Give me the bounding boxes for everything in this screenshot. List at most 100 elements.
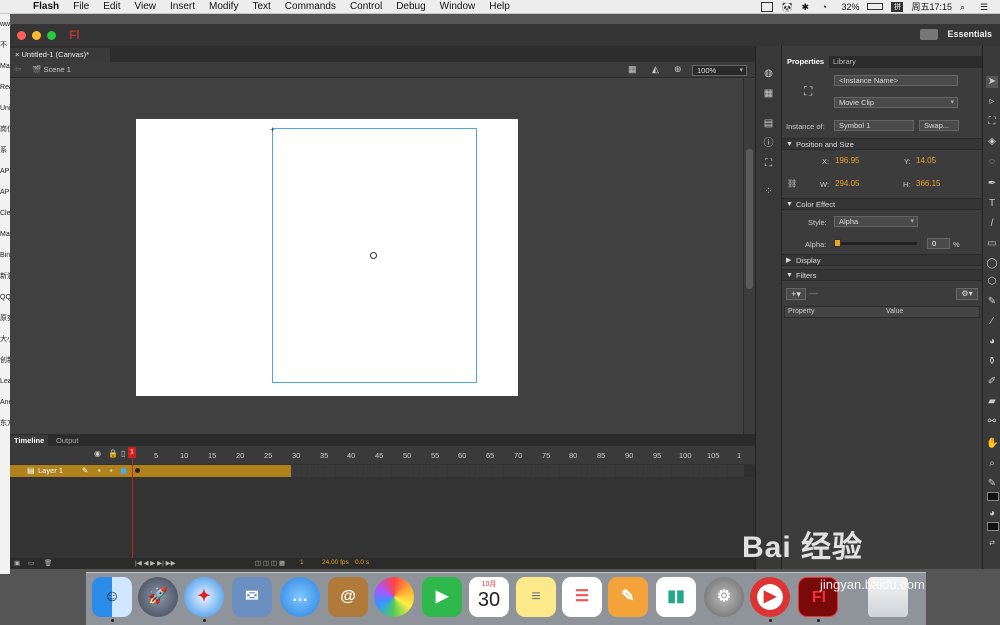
close-tab-icon[interactable]: × [15,50,19,59]
desktop-item[interactable]: Bin [0,245,10,266]
desktop-item[interactable]: 新浪 [0,266,10,287]
zoom-tool-icon[interactable]: ⌕ [986,458,998,470]
desktop-item[interactable]: APP [0,161,10,182]
menu-window[interactable]: Window [433,1,483,12]
menu-help[interactable]: Help [482,1,517,12]
lock-icon[interactable]: 🔒 [108,449,118,458]
remove-filter-button[interactable]: — [809,288,818,298]
desktop-item[interactable]: 东方 [0,413,10,434]
desktop-item[interactable]: Ma [0,56,10,77]
text-tool-icon[interactable]: T [986,198,998,210]
spotlight-icon[interactable]: ⌕ [960,2,972,12]
align-panel-icon[interactable]: ▤ [762,118,775,129]
transform-panel-icon[interactable]: ⛶ [762,158,775,169]
swatches-panel-icon[interactable]: ▦ [762,88,775,99]
onion-skin-icons[interactable]: ◫ ◫ ◫ ▦ [255,559,285,567]
center-stage-icon[interactable]: ⊕ [674,64,682,75]
components-panel-icon[interactable]: ⁘ [762,186,775,197]
slider-knob[interactable] [834,239,841,247]
playhead[interactable] [132,448,133,568]
edit-symbols-icon[interactable]: ◭ [652,64,659,75]
bear-status-icon[interactable]: 🐼 [781,2,793,12]
mail-icon[interactable]: ✉ [232,577,272,617]
info-panel-icon[interactable]: ⓘ [762,138,775,149]
desktop-item[interactable]: Ane [0,392,10,413]
desktop-item[interactable]: Lea [0,371,10,392]
desktop-item[interactable]: Cle [0,203,10,224]
eyedropper-tool-icon[interactable]: ✐ [986,376,998,388]
tab-library[interactable]: Library [828,56,861,68]
frame-ruler[interactable]: 1 5 10 15 20 25 30 35 40 45 50 55 60 65 … [131,451,751,461]
new-layer-icon[interactable]: ▣ [14,559,20,567]
swap-colors-icon[interactable]: ⇄ [986,538,998,550]
new-folder-icon[interactable]: ▭ [28,559,34,567]
ink-bottle-tool-icon[interactable]: ⚱ [986,356,998,368]
3d-rotation-tool-icon[interactable]: ◈ [986,136,998,148]
clock[interactable]: 周五17:15 [911,0,952,13]
pencil-tool-icon[interactable]: ✎ [986,296,998,308]
delete-layer-icon[interactable]: 🗑 [44,559,52,567]
visibility-dot[interactable]: • [98,465,101,477]
playhead-marker[interactable]: 1 [128,447,136,458]
layer-color-swatch[interactable] [121,468,126,474]
bone-tool-icon[interactable]: ⚯ [986,416,998,428]
stroke-color-icon[interactable]: ✎ [986,478,998,490]
input-method-icon[interactable]: 拼 [891,1,904,12]
reminders-icon[interactable]: ☰ [562,577,602,617]
document-tab[interactable]: × Untitled-1 (Canvas)* [10,48,110,62]
instance-name-field[interactable]: <Instance Name> [834,75,958,86]
pen-tool-icon[interactable]: ✒ [986,178,998,190]
y-value[interactable]: 14.05 [916,156,936,165]
eye-icon[interactable]: ◉ [94,449,101,458]
polystar-tool-icon[interactable]: ⬡ [986,276,998,288]
desktop-item[interactable]: Rea [0,77,10,98]
desktop-item[interactable]: 原实 [0,308,10,329]
desktop-item[interactable]: Uni [0,98,10,119]
contacts-icon[interactable]: @ [328,577,368,617]
menu-control[interactable]: Control [343,1,389,12]
desktop-item[interactable]: APP [0,182,10,203]
numbers-icon[interactable]: ▮▮ [656,577,696,617]
vertical-scrollbar[interactable] [743,79,755,444]
section-position-size[interactable]: ▼ Position and Size [782,138,982,150]
stroke-color-swatch[interactable] [987,492,999,501]
menu-modify[interactable]: Modify [202,1,245,12]
height-value[interactable]: 366.15 [916,179,940,188]
facetime-icon[interactable]: ▶ [422,577,462,617]
menu-text[interactable]: Text [245,1,277,12]
color-style-select[interactable]: Alpha [834,216,918,227]
zoom-select[interactable]: 100% [692,65,747,76]
pasteboard[interactable]: + [10,79,743,444]
menu-commands[interactable]: Commands [278,1,343,12]
menu-app[interactable]: Flash [26,1,66,12]
adobe-status-icon[interactable] [761,1,774,12]
minimize-window-button[interactable] [32,30,41,40]
section-color-effect[interactable]: ▼ Color Effect [782,198,982,210]
desktop-item[interactable]: 岗位 [0,119,10,140]
selection-tool-icon[interactable]: ➤ [986,76,998,88]
playback-controls[interactable]: |◀ ◀ ▶ ▶| ▶▶ [135,559,176,567]
menu-edit[interactable]: Edit [96,1,127,12]
oval-tool-icon[interactable]: ◯ [986,258,998,270]
color-panel-icon[interactable]: ◍ [762,68,775,79]
desktop-item[interactable]: 创新 [0,350,10,371]
rectangle-tool-icon[interactable]: ▭ [986,238,998,250]
transform-point-icon[interactable] [370,252,377,259]
media-player-icon[interactable]: ▶ [750,577,790,617]
add-filter-button[interactable]: +▾ [786,288,806,300]
notification-center-icon[interactable]: ☰ [980,2,992,12]
desktop-item[interactable]: 不 [0,35,10,56]
menu-insert[interactable]: Insert [163,1,202,12]
safari-icon[interactable]: ✦ [184,577,224,617]
lock-ratio-icon[interactable]: ⛓ [787,179,797,188]
line-tool-icon[interactable]: / [986,218,998,230]
tab-properties[interactable]: Properties [782,56,830,68]
messages-icon[interactable]: … [280,577,320,617]
menu-file[interactable]: File [66,1,96,12]
fill-color-icon[interactable]: ◕ [986,508,998,520]
close-window-button[interactable] [17,30,26,40]
subselection-tool-icon[interactable]: ▹ [986,96,998,108]
back-arrow-icon[interactable]: ⇦ [14,64,22,75]
free-transform-tool-icon[interactable]: ⛶ [986,116,998,128]
tab-output[interactable]: Output [52,435,83,446]
